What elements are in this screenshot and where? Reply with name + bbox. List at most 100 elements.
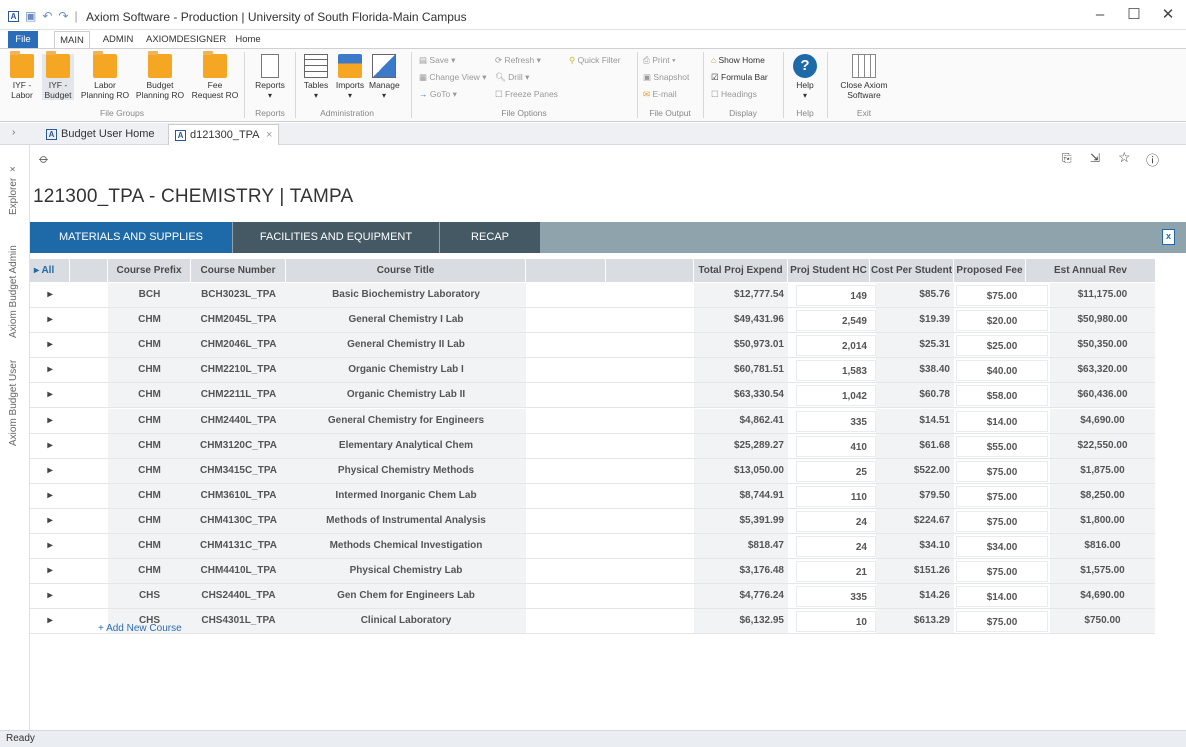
row-expand-icon[interactable]: ▸ xyxy=(30,333,70,357)
proposed-fee-input[interactable]: $58.00 xyxy=(956,385,1048,407)
proposed-fee-input[interactable]: $75.00 xyxy=(956,485,1048,507)
goto-dropdown[interactable]: → GoTo ▾ xyxy=(419,87,457,101)
proposed-fee-input[interactable]: $75.00 xyxy=(956,460,1048,482)
show-home-button[interactable]: ⌂ Show Home xyxy=(711,53,765,67)
iyf-budget-button[interactable]: IYF - Budget xyxy=(42,51,74,100)
report-document-icon xyxy=(261,54,279,78)
ribbon-tab-file[interactable]: File xyxy=(8,31,38,48)
ribbon-tab-home[interactable]: Home xyxy=(232,31,264,48)
formula-bar-checkbox[interactable]: ☑ Formula Bar xyxy=(711,70,768,84)
maximize-button[interactable]: ☐ xyxy=(1116,5,1152,25)
axiom-budget-admin-side-tab[interactable]: Axiom Budget Admin xyxy=(8,245,19,338)
row-expand-icon[interactable]: ▸ xyxy=(30,584,70,608)
proposed-fee-input[interactable]: $75.00 xyxy=(956,510,1048,532)
snapshot-button[interactable]: ▣ Snapshot xyxy=(643,70,689,84)
proj-student-hc-input[interactable]: 410 xyxy=(796,435,876,457)
close-tab-icon[interactable]: × xyxy=(266,129,272,141)
row-expand-icon[interactable]: ▸ xyxy=(30,534,70,558)
proposed-fee-input[interactable]: $75.00 xyxy=(956,611,1048,633)
proj-student-hc-input[interactable]: 2,014 xyxy=(796,335,876,357)
row-expand-icon[interactable]: ▸ xyxy=(30,383,70,407)
row-expand-icon[interactable]: ▸ xyxy=(30,484,70,508)
iyf-labor-button[interactable]: IYF - Labor xyxy=(6,51,38,100)
axiom-budget-user-side-tab[interactable]: Axiom Budget User xyxy=(8,360,19,446)
proposed-fee-input[interactable]: $20.00 xyxy=(956,310,1048,332)
save-icon[interactable]: ▣ xyxy=(25,9,36,23)
row-expand-icon[interactable]: ▸ xyxy=(30,283,70,307)
proj-student-hc-input[interactable]: 2,549 xyxy=(796,310,876,332)
course-number-cell: CHM2045L_TPA xyxy=(191,308,286,333)
help-button[interactable]: ? Help ▾ xyxy=(791,54,819,100)
manage-button[interactable]: Manage ▾ xyxy=(369,54,400,100)
row-expand-icon[interactable]: ▸ xyxy=(30,509,70,533)
proj-student-hc-input[interactable]: 1,042 xyxy=(796,385,876,407)
help-circle-icon[interactable]: ⓘ xyxy=(1146,150,1159,169)
fee-request-ro-button[interactable]: Fee Request RO xyxy=(190,51,240,100)
proj-student-hc-input[interactable]: 25 xyxy=(796,460,876,482)
proposed-fee-input[interactable]: $25.00 xyxy=(956,335,1048,357)
redo-icon[interactable]: ↷ xyxy=(58,9,68,23)
proposed-fee-input[interactable]: $55.00 xyxy=(956,435,1048,457)
proj-student-hc-input[interactable]: 335 xyxy=(796,410,876,432)
ribbon-tab-axiomdesigner[interactable]: AXIOMDESIGNER xyxy=(146,31,226,48)
proj-student-hc-input[interactable]: 24 xyxy=(796,536,876,557)
doc-tab-d121300[interactable]: Ad121300_TPA × xyxy=(168,124,280,145)
close-window-button[interactable]: ✕ xyxy=(1150,5,1186,25)
close-icon[interactable]: × xyxy=(8,166,19,172)
proposed-fee-input[interactable]: $14.00 xyxy=(956,410,1048,432)
proposed-fee-input[interactable]: $34.00 xyxy=(956,536,1048,557)
row-expand-icon[interactable]: ▸ xyxy=(30,559,70,583)
email-button[interactable]: ✉ E-mail xyxy=(643,87,677,101)
row-expand-icon[interactable]: ▸ xyxy=(30,358,70,382)
ribbon-tab-admin[interactable]: ADMIN xyxy=(98,31,138,48)
print-dropdown[interactable]: ⎙ Print ▾ xyxy=(643,53,676,67)
change-view-dropdown[interactable]: ▦ Change View ▾ xyxy=(419,70,486,84)
est-annual-rev-cell: $50,350.00 xyxy=(1050,333,1155,358)
add-new-course-link[interactable]: + Add New Course xyxy=(98,623,182,634)
drill-dropdown[interactable]: 🔍︎ Drill ▾ xyxy=(495,70,529,84)
explorer-side-tab[interactable]: Explorer × xyxy=(8,166,19,215)
tab-materials-and-supplies[interactable]: MATERIALS AND SUPPLIES xyxy=(30,222,232,253)
doc-tab-budget-user-home[interactable]: A Budget User Home xyxy=(40,124,161,145)
freeze-panes-checkbox[interactable]: ☐ Freeze Panes xyxy=(495,87,558,101)
proposed-fee-input[interactable]: $75.00 xyxy=(956,285,1048,306)
save-dropdown[interactable]: ▤ Save ▾ xyxy=(419,53,455,67)
proj-student-hc-input[interactable]: 149 xyxy=(796,285,876,306)
proposed-fee-input[interactable]: $75.00 xyxy=(956,561,1048,583)
save-form-icon[interactable]: ⎘ xyxy=(1062,151,1072,166)
proj-student-hc-input[interactable]: 21 xyxy=(796,561,876,583)
labor-planning-ro-button[interactable]: Labor Planning RO xyxy=(80,51,130,100)
chevron-right-icon[interactable]: › xyxy=(12,127,15,138)
proposed-fee-input[interactable]: $14.00 xyxy=(956,586,1048,608)
proj-student-hc-input[interactable]: 10 xyxy=(796,611,876,633)
row-expand-icon[interactable]: ▸ xyxy=(30,459,70,483)
refresh-dropdown[interactable]: ⟳ Refresh ▾ xyxy=(495,53,541,67)
excel-export-icon[interactable]: x xyxy=(1162,229,1175,245)
tables-button[interactable]: Tables ▾ xyxy=(301,54,331,100)
expand-all-toggle[interactable]: ▸ All xyxy=(30,259,70,282)
row-expand-icon[interactable]: ▸ xyxy=(30,308,70,332)
total-proj-expend-cell: $63,330.54 xyxy=(694,383,788,408)
ribbon-tab-main[interactable]: MAIN xyxy=(54,31,90,48)
quick-filter-button[interactable]: ⚲ Quick Filter xyxy=(569,53,621,67)
proposed-fee-input[interactable]: $40.00 xyxy=(956,360,1048,382)
minimize-button[interactable]: – xyxy=(1082,5,1118,25)
proj-student-hc-input[interactable]: 1,583 xyxy=(796,360,876,382)
row-expand-icon[interactable]: ▸ xyxy=(30,434,70,458)
proj-student-hc-input[interactable]: 335 xyxy=(796,586,876,608)
budget-planning-ro-button[interactable]: Budget Planning RO xyxy=(134,51,186,100)
tab-recap[interactable]: RECAP xyxy=(440,222,540,253)
attachment-icon[interactable]: ⌀ xyxy=(35,151,52,168)
proj-student-hc-input[interactable]: 24 xyxy=(796,510,876,532)
export-icon[interactable]: ⇲ xyxy=(1090,151,1100,165)
favorite-star-icon[interactable]: ☆ xyxy=(1118,149,1131,166)
tab-facilities-and-equipment[interactable]: FACILITIES AND EQUIPMENT xyxy=(233,222,439,253)
proj-student-hc-input[interactable]: 110 xyxy=(796,485,876,507)
reports-button[interactable]: Reports ▾ xyxy=(250,54,290,100)
undo-icon[interactable]: ↶ xyxy=(42,9,52,23)
headings-checkbox[interactable]: ☐ Headings xyxy=(711,87,757,101)
row-expand-icon[interactable]: ▸ xyxy=(30,409,70,433)
row-expand-icon[interactable]: ▸ xyxy=(30,609,70,633)
imports-button[interactable]: Imports ▾ xyxy=(333,54,367,100)
close-axiom-button[interactable]: Close Axiom Software xyxy=(833,54,895,100)
